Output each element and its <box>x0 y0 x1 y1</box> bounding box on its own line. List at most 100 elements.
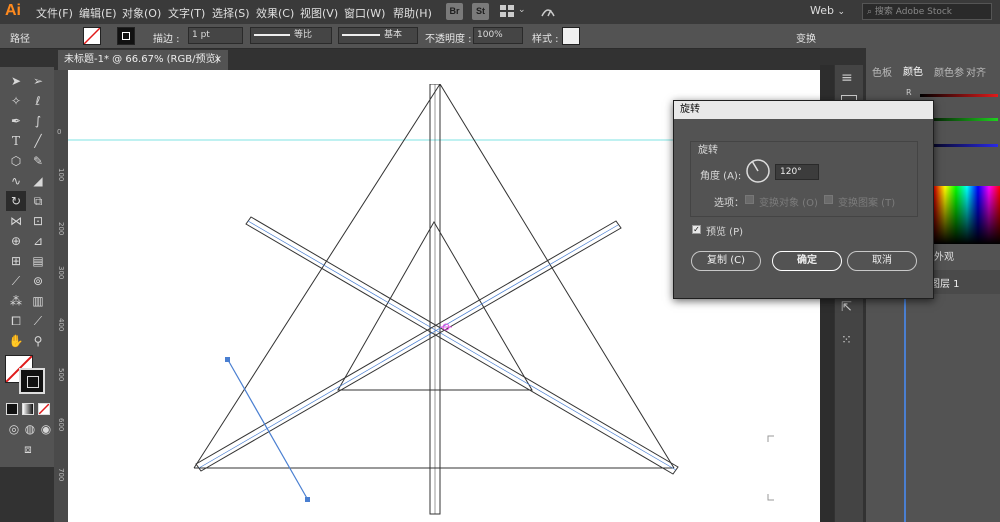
layers-list: 图层 1 <box>866 270 1000 522</box>
channel-label: R <box>906 88 912 97</box>
panel-tab-align[interactable]: 对齐 <box>966 64 986 79</box>
artboard-top <box>68 70 820 84</box>
panel-tab-swatches[interactable]: 色板 <box>872 64 892 79</box>
stroke-label: 描边 : <box>153 34 180 45</box>
artboard-tool-icon[interactable]: ⧠ <box>8 313 24 329</box>
brush-line-preview <box>342 33 380 36</box>
menu-object[interactable]: 对象(O) <box>122 5 161 21</box>
panel-tab-color-guide[interactable]: 颜色参 <box>934 64 964 79</box>
gradient-tool-icon[interactable]: ▤ <box>30 253 46 269</box>
eyedropper-tool-icon[interactable]: ⟋ <box>8 273 24 289</box>
menu-bar: Ai 文件(F) 编辑(E) 对象(O) 文字(T) 选择(S) 效果(C) 视… <box>0 0 1000 24</box>
ruler-label: 0 <box>57 128 62 136</box>
lasso-tool-icon[interactable]: ℓ <box>30 93 46 109</box>
copy-button[interactable]: 复制 (C) <box>691 251 761 271</box>
paintbrush-tool-icon[interactable]: ✎ <box>30 153 46 169</box>
graphic-style-swatch[interactable] <box>562 27 580 45</box>
vertical-ruler: 0 100 200 300 400 500 600 700 <box>54 86 68 522</box>
transform-objects-checkbox[interactable] <box>745 195 754 204</box>
angle-dial-icon[interactable] <box>746 159 770 183</box>
draw-behind-icon[interactable]: ◍ <box>22 421 38 437</box>
menu-type[interactable]: 文字(T) <box>168 5 205 21</box>
opacity-value: 100% <box>477 30 503 40</box>
anchor-point <box>305 497 310 502</box>
line-tool-icon[interactable]: ╱ <box>30 133 46 149</box>
type-tool-icon[interactable]: T <box>8 133 24 149</box>
direct-selection-tool-icon[interactable]: ➢ <box>30 73 46 89</box>
document-tab[interactable]: 未标题-1* @ 66.67% (RGB/预览) × <box>58 50 228 70</box>
ruler-label: 700 <box>57 468 65 482</box>
menu-window[interactable]: 窗口(W) <box>344 5 385 21</box>
shaper-tool-icon[interactable]: ∿ <box>8 173 24 189</box>
symbol-sprayer-tool-icon[interactable]: ⁂ <box>8 293 24 309</box>
preview-checkbox[interactable]: ✓ <box>692 225 701 234</box>
chevron-down-icon[interactable]: ⌄ <box>518 5 526 15</box>
menu-select[interactable]: 选择(S) <box>212 5 250 21</box>
none-mode-icon[interactable] <box>38 403 50 415</box>
selection-tool-icon[interactable]: ➤ <box>8 73 24 89</box>
stroke-weight-value: 1 pt <box>192 30 210 40</box>
opacity-field[interactable]: 100% <box>473 27 523 44</box>
magic-wand-tool-icon[interactable]: ✧ <box>8 93 24 109</box>
menu-edit[interactable]: 编辑(E) <box>79 5 117 21</box>
stroke-swatch[interactable] <box>117 27 135 45</box>
transform-panel-icon[interactable]: ⁙ <box>841 333 852 348</box>
draw-inside-icon[interactable]: ◉ <box>38 421 54 437</box>
panel-tab-appearance[interactable]: 外观 <box>934 248 954 263</box>
ruler-label: 200 <box>57 222 65 236</box>
free-transform-tool-icon[interactable]: ⊡ <box>30 213 46 229</box>
zoom-tool-icon[interactable]: ⚲ <box>30 333 46 349</box>
blend-tool-icon[interactable]: ⊚ <box>30 273 46 289</box>
menu-help[interactable]: 帮助(H) <box>393 5 432 21</box>
slice-tool-icon[interactable]: ⟋ <box>30 313 46 329</box>
search-icon: ⌕ <box>867 7 873 17</box>
gpu-performance-icon[interactable] <box>540 4 556 20</box>
stroke-color-icon[interactable] <box>19 368 45 394</box>
shape-tool-icon[interactable]: ⬡ <box>8 153 24 169</box>
stock-search-input[interactable]: ⌕ 搜索 Adobe Stock <box>862 3 992 20</box>
variable-width-profile-dropdown[interactable]: 等比 <box>250 27 332 44</box>
angle-input[interactable]: 120° <box>775 164 819 180</box>
fill-swatch[interactable] <box>83 27 101 45</box>
menu-effect[interactable]: 效果(C) <box>256 5 294 21</box>
mesh-tool-icon[interactable]: ⊞ <box>8 253 24 269</box>
screen-mode-icon[interactable]: ⧈ <box>20 441 36 457</box>
red-slider[interactable] <box>920 94 998 97</box>
menu-file[interactable]: 文件(F) <box>36 5 73 21</box>
scale-tool-icon[interactable]: ⧉ <box>30 193 46 209</box>
export-icon[interactable]: ⇱ <box>841 300 852 315</box>
arrange-documents-icon[interactable] <box>500 5 514 17</box>
curvature-tool-icon[interactable]: ∫ <box>30 113 46 129</box>
ruler-label: 300 <box>57 266 65 280</box>
color-spectrum[interactable] <box>934 186 1000 244</box>
bridge-button[interactable]: Br <box>446 3 463 20</box>
shape-builder-tool-icon[interactable]: ⊕ <box>8 233 24 249</box>
pen-tool-icon[interactable]: ✒ <box>8 113 24 129</box>
angle-label: 角度 (A): <box>700 171 742 182</box>
perspective-grid-tool-icon[interactable]: ⊿ <box>30 233 46 249</box>
panel-menu-icon[interactable]: ≡ <box>841 70 853 86</box>
rotate-tool-icon[interactable]: ↻ <box>6 191 26 211</box>
transform-button[interactable]: 变换 <box>796 30 816 45</box>
large-triangle <box>193 84 675 469</box>
color-mode-icon[interactable] <box>6 403 18 415</box>
transform-patterns-checkbox[interactable] <box>824 195 833 204</box>
draw-mode-icon[interactable]: ◎ <box>6 421 22 437</box>
width-tool-icon[interactable]: ⋈ <box>8 213 24 229</box>
panel-tab-color[interactable]: 颜色 <box>900 62 926 79</box>
hand-tool-icon[interactable]: ✋ <box>8 333 24 349</box>
ruler-label: 400 <box>57 318 65 332</box>
gradient-mode-icon[interactable] <box>22 403 34 415</box>
rotate-dialog: 旋转 旋转 角度 (A): 120° 选项： 变换对象 (O) 变换图案 (T)… <box>673 100 934 299</box>
menu-view[interactable]: 视图(V) <box>300 5 338 21</box>
workspace-switcher[interactable]: Web ⌄ <box>810 4 845 17</box>
style-label: 样式 : <box>532 34 559 45</box>
eraser-tool-icon[interactable]: ◢ <box>30 173 46 189</box>
cancel-button[interactable]: 取消 <box>847 251 917 271</box>
ok-button[interactable]: 确定 <box>772 251 842 271</box>
close-tab-icon[interactable]: × <box>214 50 222 70</box>
column-graph-tool-icon[interactable]: ▥ <box>30 293 46 309</box>
stroke-weight-field[interactable]: 1 pt <box>188 27 243 44</box>
stock-button[interactable]: St <box>472 3 489 20</box>
brush-definition-dropdown[interactable]: 基本 <box>338 27 418 44</box>
